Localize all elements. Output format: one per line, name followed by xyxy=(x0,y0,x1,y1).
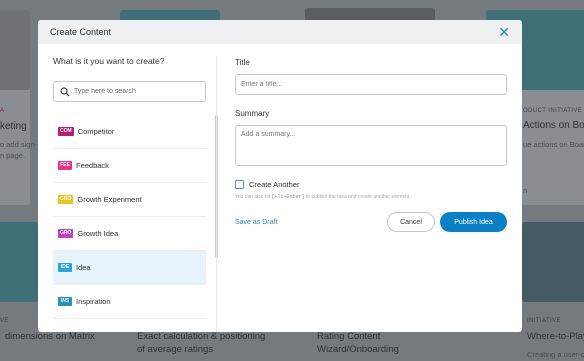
bg-card-tag: INITIATIVE xyxy=(527,318,561,324)
list-item-competitor[interactable]: COM Competitor xyxy=(53,115,206,149)
title-input[interactable] xyxy=(235,74,507,95)
hint-keys: [Alt+Enter] xyxy=(271,194,305,200)
list-item-label: Inspiration xyxy=(76,297,111,306)
type-badge: INS xyxy=(58,297,72,306)
type-badge: COM xyxy=(58,127,74,136)
bg-card-title: Wizard/Onboarding xyxy=(317,344,399,355)
modal-header: Create Content ✕ xyxy=(38,20,522,44)
bg-card-desc: n xyxy=(523,186,528,195)
close-icon[interactable]: ✕ xyxy=(498,25,510,39)
bg-card-title: Where-to-Play Onbo xyxy=(527,331,584,342)
bg-card-title: keting xyxy=(0,121,27,132)
search-icon xyxy=(60,86,70,96)
list-item-label: Growth Idea xyxy=(77,229,119,238)
bg-card-desc: ue actions on Board xyxy=(523,140,584,149)
bg-thumbnail-bottom-right xyxy=(522,222,584,302)
panel-divider xyxy=(216,56,217,332)
hint-suffix: to publish the Idea and create another e… xyxy=(305,194,411,200)
list-item-growth-idea[interactable]: GRO Growth Idea xyxy=(53,217,206,251)
list-item-growth-experiment[interactable]: GRO Growth Experiment xyxy=(53,183,206,217)
create-content-modal: Create Content ✕ What is it you want to … xyxy=(38,20,522,332)
content-type-search[interactable] xyxy=(53,81,206,102)
search-input[interactable] xyxy=(74,88,194,95)
content-type-panel: What is it you want to create? COM Compe… xyxy=(53,56,218,332)
bg-thumbnail-bottom-left xyxy=(0,222,38,302)
content-type-list: COM Competitor FEE Feedback GRO Growth E… xyxy=(53,115,206,332)
save-draft-link[interactable]: Save as Draft xyxy=(235,219,277,226)
bg-card-title: dimensions on Matrix xyxy=(5,331,95,342)
bg-card-desc: n page. xyxy=(0,151,26,160)
summary-label: Summary xyxy=(235,109,270,118)
create-another-checkbox[interactable] xyxy=(235,180,244,189)
create-another-row: Create Another xyxy=(235,180,507,189)
hint-prefix: You can also hit xyxy=(235,194,271,200)
type-badge: IDE xyxy=(58,263,72,272)
bg-card-title: Actions on Boar xyxy=(523,120,584,131)
list-item-label: Idea xyxy=(76,263,91,272)
cancel-button[interactable]: Cancel xyxy=(387,212,435,232)
list-item-label: Feedback xyxy=(76,161,109,170)
form-actions: Save as Draft Cancel Publish Idea xyxy=(235,212,507,232)
content-type-heading: What is it you want to create? xyxy=(53,56,165,66)
publish-idea-button[interactable]: Publish Idea xyxy=(440,212,507,232)
list-item-feedback[interactable]: FEE Feedback xyxy=(53,149,206,183)
type-badge: GRO xyxy=(58,229,74,238)
bg-thumbnail-1 xyxy=(0,10,30,90)
modal-title: Create Content xyxy=(50,27,112,37)
create-another-label: Create Another xyxy=(249,180,300,189)
bg-card-title: of average ratings xyxy=(137,344,214,355)
bg-card-tag: ODUCT INITIATIVE xyxy=(523,108,583,114)
bg-card-title: Exact calculation & positioning xyxy=(137,331,266,342)
bg-card-tag: A xyxy=(0,108,5,114)
title-label: Title xyxy=(235,58,250,67)
button-group: Cancel Publish Idea xyxy=(387,212,507,232)
shortcut-hint: You can also hit [Alt+Enter] to publish … xyxy=(235,194,507,200)
list-item-inspiration[interactable]: INS Inspiration xyxy=(53,285,206,319)
list-item-idea[interactable]: IDE Idea xyxy=(53,251,206,285)
bg-card-tag: VE xyxy=(0,318,9,324)
list-item-label: Growth Experiment xyxy=(77,195,142,204)
list-item-label: Competitor xyxy=(77,127,115,136)
type-badge: GRO xyxy=(58,195,74,204)
bg-card-desc: Creating a user-centric O xyxy=(527,350,584,359)
type-badge: FEE xyxy=(58,161,72,170)
bg-card-desc: o add sign- xyxy=(0,140,38,149)
bg-card-title: Rating Content xyxy=(317,331,381,342)
idea-form: Title Summary Create Another You can als… xyxy=(235,58,507,232)
summary-input[interactable] xyxy=(235,125,507,166)
